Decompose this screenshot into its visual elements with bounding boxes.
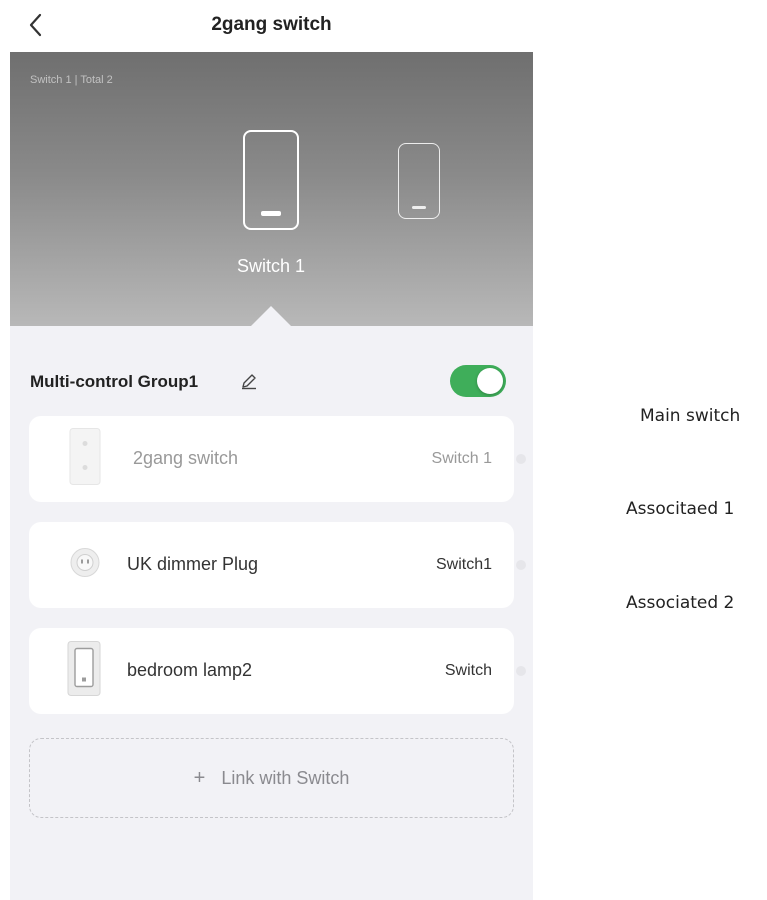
selection-pointer [251,306,291,326]
wall-switch-2gang-icon [69,428,101,491]
device-channel: Switch 1 [431,450,492,467]
page: 2gang switch Switch 1 | Total 2 Switch 1… [0,0,767,900]
annotation-associated-2: Associated 2 [626,593,735,613]
connector-dot [516,666,526,676]
switch-indicator-bar [412,206,426,209]
annotation-associated-1: Associtaed 1 [626,499,735,519]
device-row-associated-1[interactable]: UK dimmer Plug Switch1 [29,522,526,608]
connector-dot [516,560,526,570]
switch-2-card[interactable] [398,143,440,219]
top-bar: 2gang switch [10,0,533,52]
group-toggle[interactable] [450,365,506,397]
device-channel: Switch [444,662,492,679]
phone-screen: 2gang switch Switch 1 | Total 2 Switch 1… [10,0,533,900]
group-header: Multi-control Group1 [10,362,533,402]
pencil-icon[interactable] [239,371,259,391]
switch-selector-banner: Switch 1 | Total 2 Switch 1 [10,52,533,326]
plus-icon: + [193,766,206,789]
device-row-main[interactable]: 2gang switch Switch 1 [29,416,526,502]
switch-indicator-bar [261,211,281,216]
link-with-switch-button[interactable]: + Link with Switch [29,738,514,818]
page-title: 2gang switch [211,14,332,35]
switch-count: Switch 1 | Total 2 [30,74,113,86]
toggle-knob [477,368,503,394]
group-title: Multi-control Group1 [30,372,199,391]
device-channel: Switch1 [435,556,492,573]
connector-dot [516,454,526,464]
link-with-switch-label: Link with Switch [221,767,350,788]
switch-1-card[interactable] [243,130,299,230]
device-name: 2gang switch [133,448,239,468]
annotation-main-switch: Main switch [640,406,741,426]
device-name: bedroom lamp2 [127,660,253,680]
device-row-associated-2[interactable]: bedroom lamp2 Switch [29,628,526,714]
smart-plug-icon [69,547,101,584]
selected-switch-label: Switch 1 [236,256,306,276]
wall-switch-icon [67,641,101,702]
device-name: UK dimmer Plug [127,554,259,574]
